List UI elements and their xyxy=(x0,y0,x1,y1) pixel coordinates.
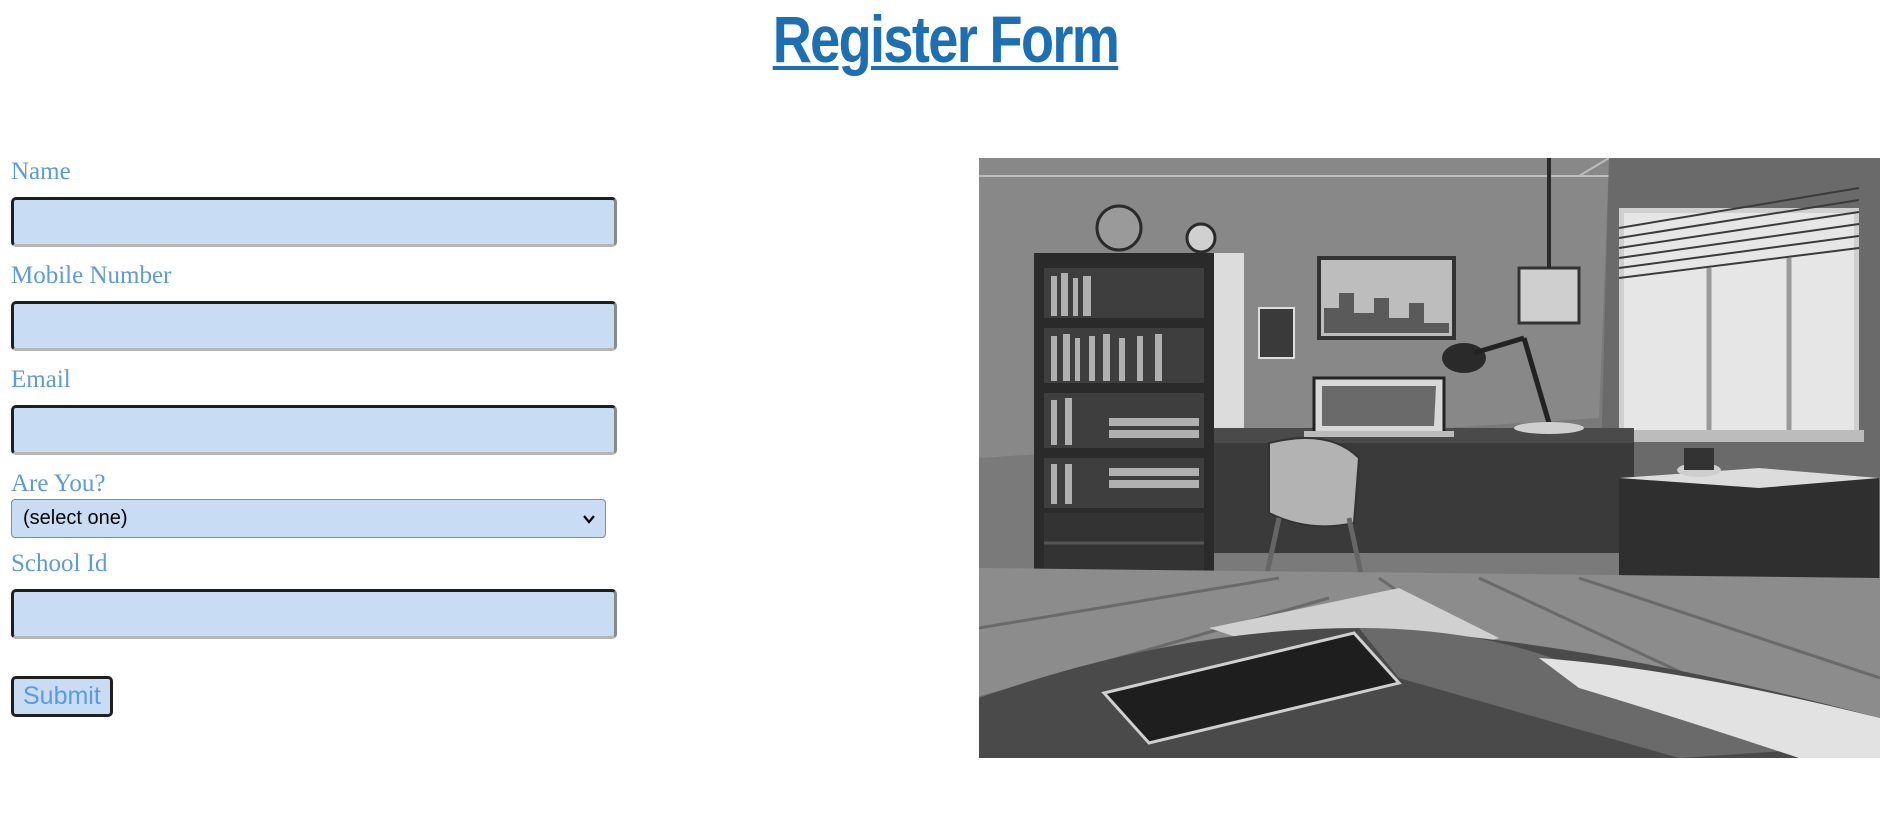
school-id-input[interactable] xyxy=(11,589,617,639)
name-label: Name xyxy=(11,158,71,185)
role-select[interactable]: (select one) xyxy=(11,499,606,538)
role-label: Are You? xyxy=(11,470,106,497)
role-select-value: (select one) xyxy=(23,507,128,529)
school-id-label: School Id xyxy=(11,550,108,577)
page-title: Register Form xyxy=(772,2,1120,76)
mobile-input[interactable] xyxy=(11,301,617,351)
submit-button[interactable]: Submit xyxy=(11,676,113,717)
study-room-illustration xyxy=(979,158,1880,758)
mobile-label: Mobile Number xyxy=(11,262,172,289)
email-label: Email xyxy=(11,366,71,393)
email-input[interactable] xyxy=(11,405,617,455)
chevron-down-icon xyxy=(583,515,595,524)
register-form: Name Mobile Number Email Are You? (selec… xyxy=(11,157,631,717)
name-input[interactable] xyxy=(11,197,617,247)
